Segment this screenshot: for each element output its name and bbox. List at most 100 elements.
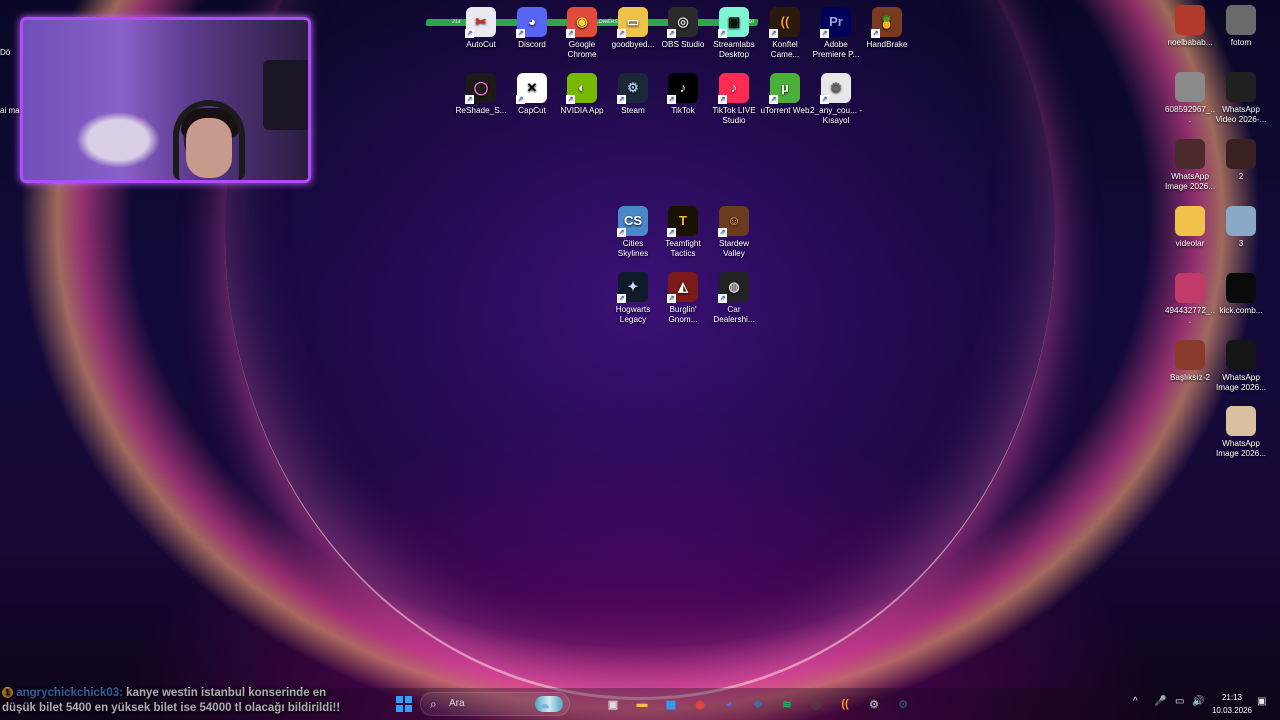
tray-overflow-icon[interactable]: ^	[1133, 696, 1138, 707]
taskbar-file-explorer-icon[interactable]: ▬	[632, 694, 652, 714]
desktop-icon-adobe-premiere-p[interactable]: Pr Adobe Premiere P...	[810, 7, 862, 60]
fotom-icon	[1226, 5, 1256, 35]
desktop-icon-kick-comb[interactable]: kick.comb...	[1215, 273, 1267, 316]
desktop-icon-capcut[interactable]: ✕ CapCut	[506, 73, 558, 116]
desktop-icon-whatsapp-image-2026[interactable]: WhatsApp Image 2026...	[1215, 406, 1267, 459]
2-any-cou-k-sayol-glyph: ⚙	[830, 80, 842, 95]
desktop-icon-teamfight-tactics[interactable]: T Teamfight Tactics	[657, 206, 709, 259]
desktop-icon-3[interactable]: 3	[1215, 206, 1267, 249]
3-icon	[1226, 206, 1256, 236]
desktop-icon-burglin-gnom[interactable]: ◭ Burglin' Gnom...	[657, 272, 709, 325]
webcam-overlay	[20, 17, 311, 183]
taskbar-konftel-icon[interactable]: ((	[835, 694, 855, 714]
tiktok-live-studio-icon: ♪	[718, 73, 749, 104]
desktop-icon-label: Cities Skylines	[617, 239, 649, 258]
taskbar-discord-icon[interactable]: ◕	[719, 694, 739, 714]
desktop-icon-tiktok-live-studio[interactable]: ♪ TikTok LIVE Studio	[708, 73, 760, 126]
network-icon[interactable]: ▭	[1175, 696, 1184, 707]
desktop-icon-608592967[interactable]: 608592967_...	[1164, 72, 1216, 125]
desktop-icon-label: HandBrake	[866, 40, 908, 49]
desktop-icon-2-any-cou-k-sayol[interactable]: ⚙ 2_any_cou... - Kısayol	[810, 73, 862, 126]
desktop-icon-steam[interactable]: ⚙ Steam	[607, 73, 659, 116]
burglin-gnom-icon: ◭	[667, 272, 698, 303]
streamlabs-desktop-glyph: ▣	[727, 14, 741, 29]
desktop-icon-tiktok[interactable]: ♪ TikTok	[657, 73, 709, 116]
608592967-icon	[1175, 72, 1205, 102]
tiktok-live-studio-glyph: ♪	[730, 80, 738, 95]
reshade-s-icon: ◯	[465, 73, 496, 104]
taskbar-settings-icon[interactable]: ⚙	[864, 694, 884, 714]
capcut-icon: ✕	[516, 73, 547, 104]
taskbar-chrome-icon[interactable]: ◉	[690, 694, 710, 714]
desktop-icon-obs-studio[interactable]: ◎ OBS Studio	[657, 7, 709, 50]
notification-icon[interactable]: ▣	[1257, 696, 1266, 707]
desktop-icon-google-chrome[interactable]: ◉ Google Chrome	[556, 7, 608, 60]
webcam-background-object	[263, 60, 308, 130]
steam-icon: ⚙	[617, 73, 648, 104]
desktop-icon-konftel-came[interactable]: ((Konftel Came...	[759, 7, 811, 60]
desktop-icon-reshade-s[interactable]: ◯ ReShade_S...	[455, 73, 507, 116]
desktop-icon-label: Car Dealershi...	[713, 305, 755, 324]
desktop-icon-handbrake[interactable]: 🍍 HandBrake	[861, 7, 913, 50]
system-clock[interactable]: 21:13 10.03.2026	[1208, 691, 1256, 717]
handbrake-glyph: 🍍	[878, 14, 896, 29]
google-chrome-icon: ◉	[566, 7, 597, 38]
teamfight-tactics-icon: T	[667, 206, 698, 237]
taskbar-steam-icon[interactable]: ⚙	[893, 694, 913, 714]
desktop-icon-whatsapp-image-2026[interactable]: WhatsApp Image 2026...	[1215, 340, 1267, 393]
discord-icon: ◕	[516, 7, 547, 38]
desktop-icon-streamlabs-desktop[interactable]: ▣ Streamlabs Desktop	[708, 7, 760, 60]
desktop-icon-label: AutoCut	[466, 40, 496, 49]
search-placeholder: Ara	[449, 698, 465, 709]
left-edge-label-1: Dö	[0, 48, 11, 57]
desktop-icon-label: kick.comb...	[1219, 306, 1263, 315]
desktop-icon-stardew-valley[interactable]: ☺ Stardew Valley	[708, 206, 760, 259]
desktop-icon-autocut[interactable]: ✂ AutoCut	[455, 7, 507, 50]
desktop-icon-label: 2	[1238, 172, 1244, 181]
desktop-icon-label: NVIDIA App	[560, 106, 604, 115]
desktop-icon-nvidia-app[interactable]: ◐ NVIDIA App	[556, 73, 608, 116]
utorrent-web-icon: µ	[769, 73, 800, 104]
goodbyed-glyph: ▭	[626, 14, 640, 29]
microphone-icon[interactable]: 🎤	[1154, 696, 1166, 707]
taskbar-ms-store-icon[interactable]: ▦	[661, 694, 681, 714]
start-button[interactable]	[396, 696, 412, 712]
desktop-icon-whatsapp-image-2026[interactable]: WhatsApp Image 2026...	[1164, 139, 1216, 192]
taskbar-task-view-icon[interactable]: ▣	[603, 694, 623, 714]
desktop-icon-car-dealershi[interactable]: ◍ Car Dealershi...	[708, 272, 760, 325]
desktop-icon-fotom[interactable]: fotom	[1215, 5, 1267, 48]
desktop-icon-cities-skylines[interactable]: CS Cities Skylines	[607, 206, 659, 259]
desktop-icon-hogwarts-legacy[interactable]: ✦ Hogwarts Legacy	[607, 272, 659, 325]
whatsapp-image-2026-icon	[1226, 406, 1256, 436]
desktop-icon-videolar[interactable]: videolar	[1164, 206, 1216, 249]
steam-glyph: ⚙	[627, 80, 639, 95]
desktop-icon-whatsapp-video-2026[interactable]: WhatsApp Video 2026-...	[1215, 72, 1267, 125]
taskbar-widgets-icon[interactable]: ☁	[534, 694, 554, 714]
discord-glyph: ◕	[528, 14, 536, 29]
taskbar-spotify-icon[interactable]: ≋	[777, 694, 797, 714]
desktop-icon-label: WhatsApp Video 2026-...	[1215, 105, 1267, 124]
taskbar-obs-icon[interactable]: ◎	[806, 694, 826, 714]
desktop-icon-label: 494432772_...	[1164, 306, 1216, 325]
desktop-icon-goodbyed[interactable]: ▭ goodbyed...	[607, 7, 659, 50]
teamfight-tactics-glyph: T	[679, 213, 687, 228]
tiktok-glyph: ♪	[679, 80, 687, 95]
taskbar-app-blue-icon[interactable]: ❖	[748, 694, 768, 714]
desktop-icon-discord[interactable]: ◕ Discord	[506, 7, 558, 50]
clock-date: 10.03.2026	[1211, 706, 1253, 715]
desktop-icon-ba-l-ks-z-2[interactable]: Başlıksız-2	[1164, 340, 1216, 383]
volume-icon[interactable]: 🔊	[1192, 696, 1204, 707]
desktop-icon-label: Streamlabs Desktop	[713, 40, 755, 59]
desktop-icon-label: TikTok	[671, 106, 695, 115]
desktop-icon-494432772[interactable]: 494432772_...	[1164, 273, 1216, 326]
nvidia-app-glyph: ◐	[578, 80, 586, 95]
konftel-came-glyph: ((	[780, 14, 790, 29]
desktop-icon-utorrent-web[interactable]: µ uTorrent Web	[759, 73, 811, 116]
desktop-icon-label: 608592967_...	[1164, 105, 1216, 124]
desktop-icon-noelbabab[interactable]: noelbabab...	[1164, 5, 1216, 48]
stardew-valley-glyph: ☺	[727, 213, 741, 228]
hogwarts-legacy-icon: ✦	[617, 272, 648, 303]
desktop-icon-2[interactable]: 2	[1215, 139, 1267, 182]
desktop-icon-label: Hogwarts Legacy	[615, 305, 651, 324]
autocut-icon: ✂	[465, 7, 496, 38]
